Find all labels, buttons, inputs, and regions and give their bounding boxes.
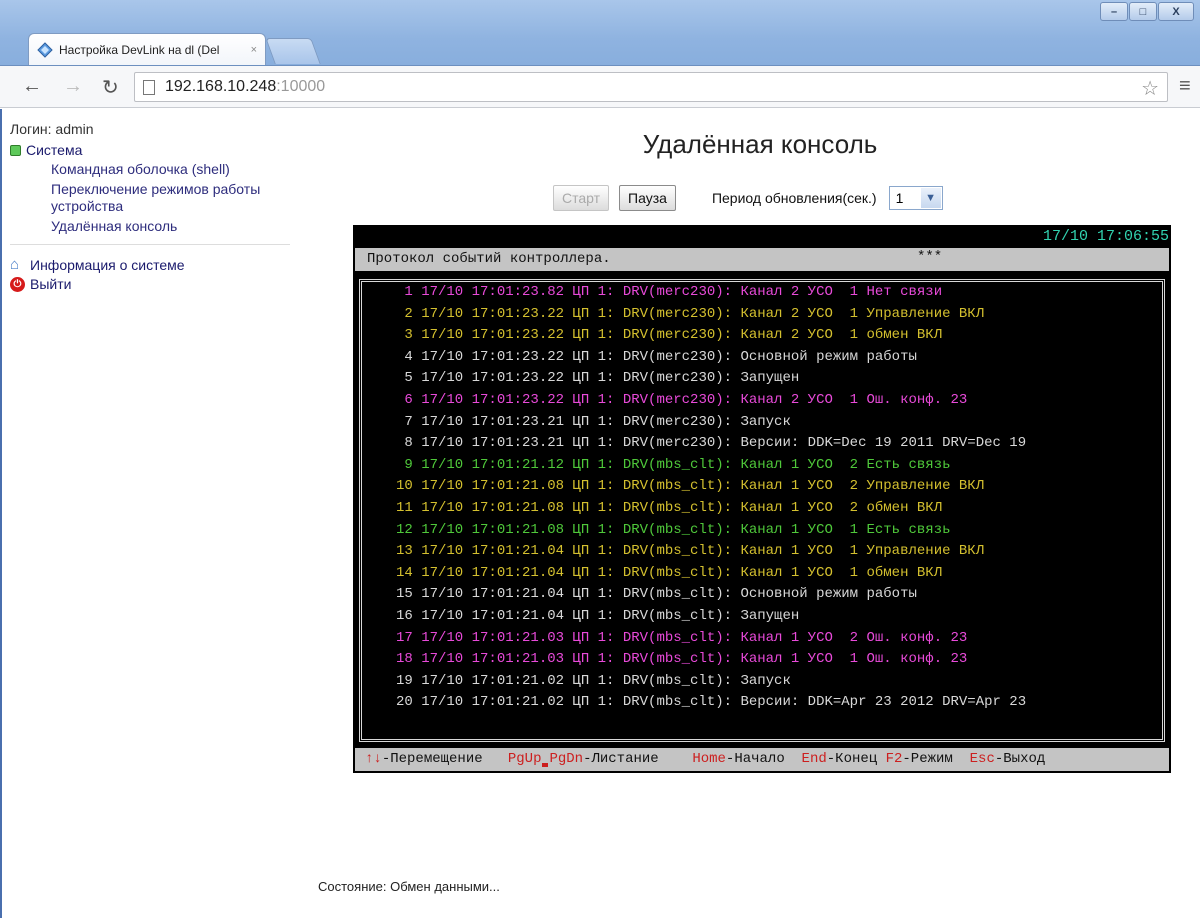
key-end-label: -Конец bbox=[826, 751, 878, 767]
menu-logout-label: Выйти bbox=[30, 276, 72, 292]
console-header: Протокол событий контроллера. *** bbox=[355, 248, 1169, 271]
forward-arrow-icon[interactable]: → bbox=[63, 75, 83, 98]
left-edge-bar bbox=[0, 109, 2, 918]
system-green-square-icon bbox=[10, 144, 21, 156]
maximize-button[interactable]: □ bbox=[1129, 2, 1157, 21]
key-f2-label: -Режим bbox=[902, 751, 953, 767]
submenu-mode-switch[interactable]: Переключение режимов работы устройства bbox=[51, 181, 300, 215]
menu-system-info[interactable]: ⌂ Информация о системе bbox=[10, 256, 300, 273]
console-header-title: Протокол событий контроллера. bbox=[367, 251, 611, 267]
pause-button[interactable]: Пауза bbox=[619, 185, 676, 211]
close-window-button[interactable]: X bbox=[1158, 2, 1194, 21]
log-row: 16 17/10 17:01:21.04 ЦП 1: DRV(mbs_clt):… bbox=[396, 607, 800, 624]
period-select-value: 1 bbox=[895, 190, 904, 206]
house-icon: ⌂ bbox=[10, 256, 20, 273]
start-button[interactable]: Старт bbox=[553, 185, 610, 211]
log-row: 10 17/10 17:01:21.08 ЦП 1: DRV(mbs_clt):… bbox=[396, 478, 985, 495]
log-row: 3 17/10 17:01:23.22 ЦП 1: DRV(merc230): … bbox=[396, 327, 943, 344]
key-arrows-label: -Перемещение bbox=[381, 751, 483, 767]
new-tab-button[interactable] bbox=[265, 38, 321, 64]
log-row: 17 17/10 17:01:21.03 ЦП 1: DRV(mbs_clt):… bbox=[396, 629, 968, 646]
remote-console-screen[interactable]: 17/10 17:06:55 Протокол событий контролл… bbox=[353, 225, 1171, 773]
url-host: 192.168.10.248 bbox=[165, 78, 277, 95]
key-home-label: -Начало bbox=[725, 751, 785, 767]
log-row: 15 17/10 17:01:21.04 ЦП 1: DRV(mbs_clt):… bbox=[396, 586, 917, 603]
tab-close-icon[interactable]: × bbox=[251, 44, 257, 56]
log-row: 20 17/10 17:01:21.02 ЦП 1: DRV(mbs_clt):… bbox=[396, 694, 1027, 711]
log-row: 12 17/10 17:01:21.08 ЦП 1: DRV(mbs_clt):… bbox=[396, 521, 951, 538]
log-row: 8 17/10 17:01:23.21 ЦП 1: DRV(merc230): … bbox=[396, 435, 1027, 452]
page-content: Логин: admin Система Командная оболочка … bbox=[0, 109, 1200, 918]
menu-logout[interactable]: ⏻ Выйти bbox=[10, 276, 300, 292]
key-home: Home bbox=[692, 751, 726, 767]
menu-system[interactable]: Система bbox=[10, 142, 300, 158]
page-title: Удалённая консоль bbox=[642, 129, 878, 159]
console-clock: 17/10 17:06:55 bbox=[1042, 228, 1169, 245]
log-row: 14 17/10 17:01:21.04 ЦП 1: DRV(mbs_clt):… bbox=[396, 564, 943, 581]
log-row: 9 17/10 17:01:21.12 ЦП 1: DRV(mbs_clt): … bbox=[396, 456, 951, 473]
submenu-shell[interactable]: Командная оболочка (shell) bbox=[51, 161, 300, 178]
key-pgup: PgUp bbox=[507, 751, 542, 767]
browser-tab[interactable]: Настройка DevLink на dl (Del × bbox=[28, 33, 266, 65]
submenu-remote-console[interactable]: Удалённая консоль bbox=[51, 218, 300, 235]
key-separator bbox=[542, 763, 549, 767]
key-esc-label: -Выход bbox=[994, 751, 1046, 767]
window-controls: – □ X bbox=[1100, 2, 1194, 21]
login-label: Логин: admin bbox=[10, 121, 94, 137]
key-esc: Esc bbox=[969, 751, 995, 767]
menu-system-label: Система bbox=[26, 142, 83, 158]
chevron-down-icon[interactable]: ▼ bbox=[920, 188, 941, 208]
key-arrows: ↑↓ bbox=[365, 751, 382, 767]
period-select[interactable]: 1 ▼ bbox=[888, 186, 943, 210]
tab-title: Настройка DevLink на dl (Del bbox=[59, 42, 220, 57]
url-port: :10000 bbox=[276, 78, 326, 95]
browser-title-bar: Настройка DevLink на dl (Del × – □ X bbox=[0, 0, 1200, 66]
log-row: 18 17/10 17:01:21.03 ЦП 1: DRV(mbs_clt):… bbox=[396, 651, 968, 668]
console-controls: Старт Пауза Период обновления(сек.) 1 ▼ bbox=[553, 185, 943, 211]
event-log-frame: 1 17/10 17:01:23.82 ЦП 1: DRV(merc230): … bbox=[359, 279, 1165, 742]
power-icon: ⏻ bbox=[10, 276, 25, 292]
period-label: Период обновления(сек.) bbox=[711, 190, 877, 206]
log-row: 5 17/10 17:01:23.22 ЦП 1: DRV(merc230): … bbox=[396, 370, 800, 387]
browser-menu-icon[interactable]: ≡ bbox=[1179, 75, 1191, 98]
log-row: 19 17/10 17:01:21.02 ЦП 1: DRV(mbs_clt):… bbox=[396, 672, 791, 689]
menu-system-info-label: Информация о системе bbox=[30, 256, 185, 273]
devlink-favicon-icon bbox=[37, 41, 53, 58]
log-row: 7 17/10 17:01:23.21 ЦП 1: DRV(merc230): … bbox=[396, 413, 791, 430]
back-arrow-icon[interactable]: ← bbox=[22, 75, 42, 98]
log-row: 13 17/10 17:01:21.04 ЦП 1: DRV(mbs_clt):… bbox=[396, 543, 985, 560]
sidebar: Логин: admin Система Командная оболочка … bbox=[10, 121, 300, 295]
key-f2: F2 bbox=[885, 751, 903, 767]
log-row: 4 17/10 17:01:23.22 ЦП 1: DRV(merc230): … bbox=[396, 348, 917, 365]
key-pg-label: -Листание bbox=[583, 751, 659, 767]
log-row: 6 17/10 17:01:23.22 ЦП 1: DRV(merc230): … bbox=[396, 391, 968, 408]
sidebar-divider bbox=[10, 244, 290, 245]
status-line: Состояние: Обмен данными... bbox=[318, 879, 500, 894]
key-pgdn: PgDn bbox=[549, 751, 584, 767]
bookmark-star-icon[interactable]: ☆ bbox=[1141, 76, 1159, 101]
log-row: 2 17/10 17:01:23.22 ЦП 1: DRV(merc230): … bbox=[396, 305, 985, 322]
reload-icon[interactable]: ↻ bbox=[102, 75, 119, 100]
console-key-legend: ↑↓-Перемещение PgUp PgDn-Листание Home-На… bbox=[355, 748, 1169, 771]
console-header-stars: *** bbox=[917, 249, 943, 265]
log-row: 11 17/10 17:01:21.08 ЦП 1: DRV(mbs_clt):… bbox=[396, 499, 943, 516]
minimize-button[interactable]: – bbox=[1100, 2, 1128, 21]
system-submenu: Командная оболочка (shell) Переключение … bbox=[10, 161, 300, 235]
log-row: 1 17/10 17:01:23.82 ЦП 1: DRV(merc230): … bbox=[396, 284, 943, 300]
address-bar[interactable]: 192.168.10.248 :10000 ☆ bbox=[134, 72, 1168, 102]
page-icon bbox=[143, 79, 155, 95]
browser-toolbar: ← → ↻ 192.168.10.248 :10000 ☆ ≡ bbox=[0, 66, 1200, 108]
key-end: End bbox=[801, 751, 827, 767]
